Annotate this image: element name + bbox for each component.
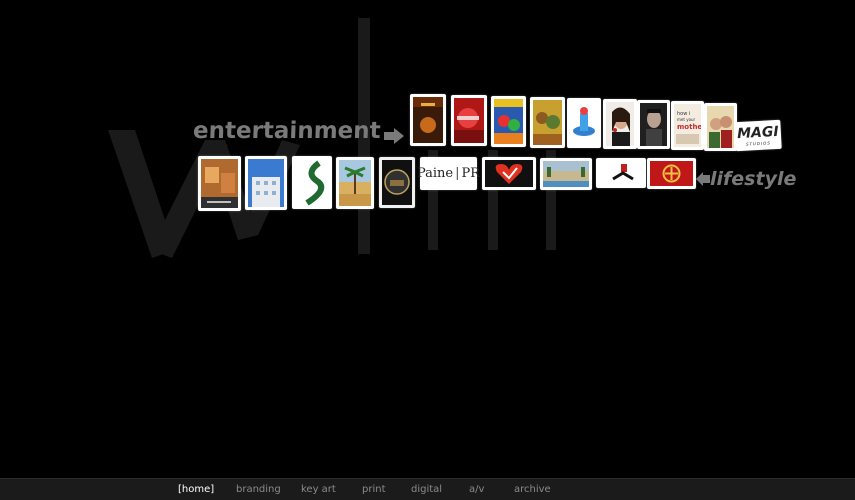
nav-av[interactable]: a/v xyxy=(469,484,484,495)
paine-separator: | xyxy=(455,166,460,181)
thumb-poster-how-i-met-your-mother[interactable]: how imet yourmother xyxy=(671,101,704,150)
magi-logo-text: MAGI xyxy=(736,123,779,142)
nav-digital[interactable]: digital xyxy=(411,484,442,495)
magi-logo-subtext: STUDIOS xyxy=(745,139,771,147)
thumb-logo-red-emblem[interactable] xyxy=(647,158,696,189)
thumb-photo-building-sky[interactable] xyxy=(245,156,287,210)
nav-archive[interactable]: archive xyxy=(514,484,551,495)
thumb-logo-paine-pr[interactable]: Paine | PR xyxy=(416,157,480,190)
paine-logo-text: Paine xyxy=(416,166,454,181)
thumb-photo-resort-pool[interactable] xyxy=(540,158,592,190)
thumb-poster-orange-dark[interactable] xyxy=(410,94,446,146)
svg-text:met your: met your xyxy=(677,117,696,122)
thumb-logo-round-badge[interactable] xyxy=(379,157,415,208)
nav-branding[interactable]: branding xyxy=(236,484,281,495)
thumb-poster-colorful-adventure[interactable] xyxy=(491,96,526,147)
thumb-poster-couple[interactable] xyxy=(704,103,737,151)
thumb-logo-magi[interactable]: MAGI STUDIOS xyxy=(734,119,782,152)
thumb-photo-orange-interior[interactable] xyxy=(198,156,241,211)
nav-key-art[interactable]: key art xyxy=(301,484,336,495)
entertainment-label[interactable]: entertainment xyxy=(193,118,382,144)
thumb-poster-woman-portrait[interactable] xyxy=(603,99,637,149)
bottom-nav-bar: [home] branding key art print digital a/… xyxy=(0,478,855,500)
thumb-poster-red-rolling[interactable] xyxy=(451,95,487,146)
arrow-right-icon xyxy=(384,128,404,144)
thumb-logo-red-heart[interactable] xyxy=(482,157,536,190)
arrow-left-icon xyxy=(696,172,710,186)
homepage-stage: entertainment lifestyle how i met your mot… xyxy=(0,0,855,500)
lifestyle-label[interactable]: lifestyle xyxy=(710,168,796,190)
svg-text:mother: mother xyxy=(677,123,701,131)
thumb-poster-man-portrait[interactable] xyxy=(637,100,670,149)
thumb-logo-green-road[interactable] xyxy=(292,156,332,209)
thumb-poster-blue-toy[interactable] xyxy=(567,98,601,148)
thumb-logo-figure-red[interactable] xyxy=(596,158,646,188)
pr-logo-text: PR xyxy=(461,166,481,181)
thumb-photo-palm-tree[interactable] xyxy=(336,157,374,209)
thumb-poster-yellow-characters[interactable] xyxy=(530,97,565,148)
nav-print[interactable]: print xyxy=(362,484,386,495)
nav-home[interactable]: [home] xyxy=(178,484,214,495)
